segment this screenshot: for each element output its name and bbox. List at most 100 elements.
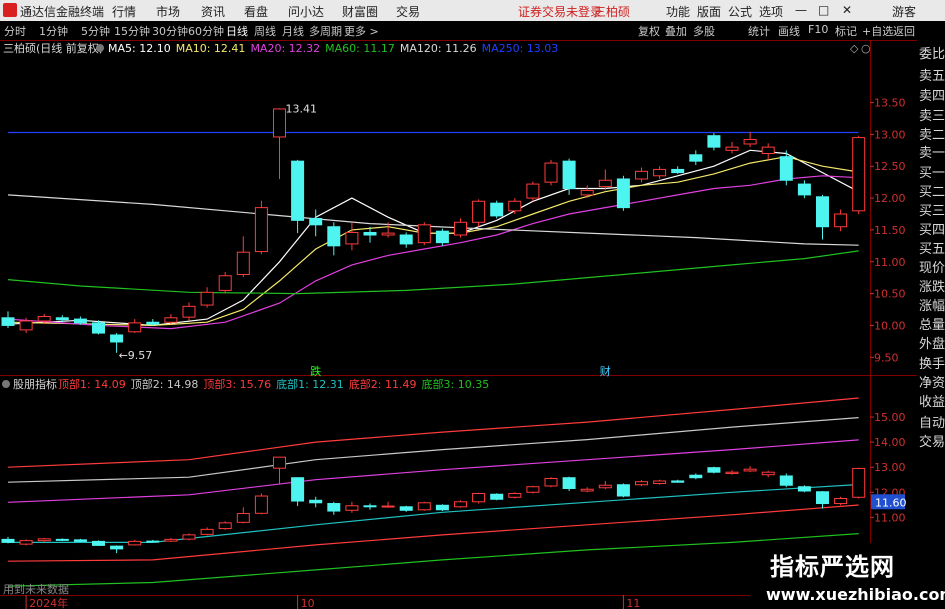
candle-body: [472, 200, 486, 223]
period-monthly[interactable]: 月线: [282, 23, 304, 39]
period-more[interactable]: 更多 >: [344, 23, 379, 39]
menu-item-formula[interactable]: 公式: [728, 3, 752, 20]
period-15min[interactable]: 15分钟: [114, 23, 150, 39]
quote-label: 自动: [919, 416, 945, 431]
candle-body: [490, 202, 504, 217]
tool-draw[interactable]: 画线: [778, 23, 800, 39]
chart-options-icon: ◇: [850, 42, 859, 55]
price-tick-label: 13.50: [874, 97, 906, 110]
menu-item-ask[interactable]: 问小达: [288, 3, 324, 20]
candle-body: [363, 231, 377, 236]
indicator-candle-body: [635, 481, 648, 486]
price-tick-label: 11.50: [874, 224, 906, 237]
price-tick-label: 10.00: [874, 319, 906, 332]
tool-multi-stock[interactable]: 多股: [693, 23, 715, 39]
period-60min[interactable]: 60分钟: [188, 23, 224, 39]
menu-item-layout[interactable]: 版面: [697, 3, 721, 20]
ma-legend-ma120: MA120: 11.26: [400, 42, 477, 55]
ma-legend-ma10: MA10: 12.41: [176, 42, 246, 55]
menu-item-news[interactable]: 资讯: [201, 3, 225, 20]
band-line: [8, 483, 859, 543]
indicator-title: 股朋指标: [13, 377, 57, 391]
quote-label: 卖三: [919, 109, 945, 124]
ma-line-ma60: [7, 250, 859, 295]
candle-body: [381, 232, 395, 236]
candle-body: [435, 230, 449, 244]
candle-body: [73, 318, 87, 324]
candle-body: [55, 317, 69, 321]
indicator-settings-icon[interactable]: [2, 380, 10, 388]
candle-body: [399, 234, 413, 245]
candle-body: [146, 321, 160, 325]
quote-label: 交易: [919, 435, 945, 450]
candle-body: [236, 251, 250, 275]
indicator-candle-body: [381, 505, 395, 508]
quote-label: 现价: [919, 261, 945, 276]
future-data-note: 用到未来数据: [3, 582, 69, 596]
candle-body: [218, 275, 232, 291]
indicator-candle-body: [92, 540, 105, 546]
candle-body: [598, 179, 612, 188]
tool-back[interactable]: 返回: [893, 23, 915, 39]
candle-body: [19, 320, 33, 331]
ma-legend-ma20: MA20: 12.32: [250, 42, 320, 55]
high-price-annotation: 13.41: [286, 102, 318, 115]
candle-body: [37, 316, 51, 322]
indicator-candle-body: [110, 545, 124, 550]
period-multi[interactable]: 多周期: [309, 23, 342, 39]
candle-body: [689, 154, 703, 162]
period-30min[interactable]: 30分钟: [152, 23, 188, 39]
tool-adjust[interactable]: 复权: [638, 23, 660, 39]
ma-line-ma10: [7, 156, 859, 327]
indicator-tick-label: 13.00: [874, 461, 906, 474]
candle-body: [92, 322, 105, 334]
period-1min[interactable]: 1分钟: [39, 23, 68, 39]
menu-item-watch[interactable]: 看盘: [244, 3, 268, 20]
period-intraday[interactable]: 分时: [4, 23, 26, 39]
period-toolbar: 分时 1分钟 5分钟 15分钟 30分钟 60分钟 日线 周线 月线 多周期 更…: [0, 21, 945, 41]
indicator-legend-item: 顶部1: 14.09: [58, 377, 126, 391]
candle-body: [508, 200, 522, 212]
time-axis-label: 11: [626, 597, 640, 609]
period-5min[interactable]: 5分钟: [81, 23, 110, 39]
candle-body: [291, 160, 305, 221]
tool-f10[interactable]: F10: [808, 23, 828, 36]
period-daily[interactable]: 日线: [226, 23, 248, 39]
menu-item-function[interactable]: 功能: [666, 3, 690, 20]
indicator-candle-body: [544, 477, 558, 487]
guest-label[interactable]: 游客: [892, 3, 916, 20]
indicator-candle-body: [236, 513, 250, 523]
indicator-candle-body: [852, 467, 866, 498]
indicator-tick-label: 14.00: [874, 436, 906, 449]
indicator-candle-body: [580, 488, 594, 492]
tool-mark[interactable]: 标记: [835, 23, 857, 39]
candle-body: [309, 217, 323, 226]
tool-statistics[interactable]: 统计: [748, 23, 770, 39]
close-button[interactable]: ✕: [842, 3, 852, 17]
settings-icon[interactable]: [96, 44, 104, 52]
login-notice[interactable]: 证券交易未登录: [518, 3, 602, 20]
candle-body: [616, 178, 630, 209]
candle-body: [327, 226, 341, 247]
candle-body: [454, 221, 467, 236]
menu-item-market[interactable]: 市场: [156, 3, 180, 20]
ma-legend-ma250: MA250: 13.03: [482, 42, 559, 55]
tool-add-watchlist[interactable]: +自选: [862, 23, 893, 39]
indicator-candle-body: [797, 486, 811, 492]
menu-item-options[interactable]: 选项: [759, 3, 783, 20]
indicator-candle-body: [816, 491, 829, 505]
indicator-candle-body: [37, 538, 51, 542]
menu-item-quotes[interactable]: 行情: [112, 3, 136, 20]
chart-canvas[interactable]: 三柏硕(日线 前复权) MA5: 12.10 MA10: 12.41 MA20: 12…: [0, 40, 917, 609]
candle-body: [544, 162, 558, 183]
maximize-button[interactable]: □: [818, 3, 829, 17]
minimize-button[interactable]: —: [795, 3, 807, 17]
quote-sidebar: 委比 卖五 卖四 卖三 卖二 卖一 买一 买二 买三 买四 买五 现价 涨跌 涨幅 总量 外盘 换手 净资 收益 自动…: [917, 40, 945, 609]
low-price-annotation: ←9.57: [119, 349, 153, 362]
menu-item-trade[interactable]: 交易: [396, 3, 420, 20]
indicator-candle-body: [128, 540, 142, 546]
menu-item-wealth[interactable]: 财富圈: [342, 3, 378, 20]
period-weekly[interactable]: 周线: [254, 23, 276, 39]
tool-overlay[interactable]: 叠加: [665, 23, 687, 39]
quote-label: 总量: [919, 318, 945, 333]
